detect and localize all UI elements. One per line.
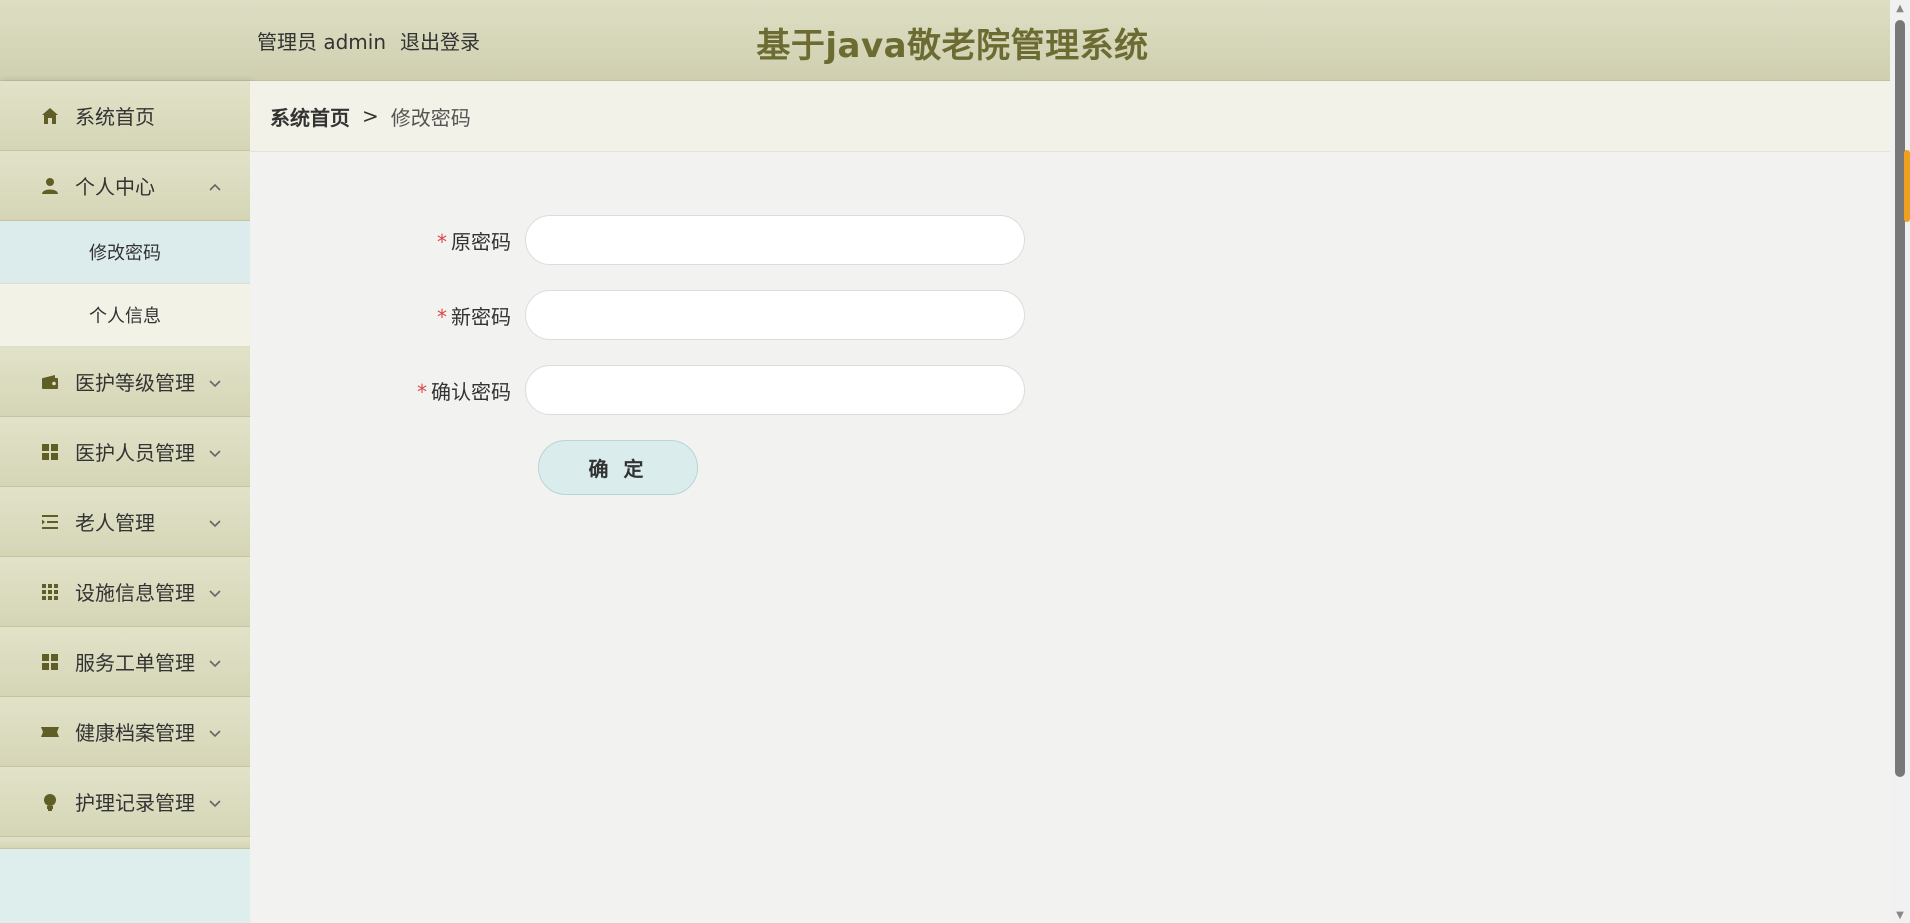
sidebar-item-medical-staff[interactable]: 医护人员管理 bbox=[0, 417, 250, 487]
home-icon bbox=[40, 106, 60, 126]
sidebar-subitem-personal-info[interactable]: 个人信息 bbox=[0, 284, 250, 347]
grid-icon bbox=[40, 442, 60, 462]
sidebar-item-health-records[interactable]: 健康档案管理 bbox=[0, 697, 250, 767]
page-scrollbar[interactable]: ▲ ▼ bbox=[1890, 0, 1910, 923]
sidebar-item-label: 护理记录管理 bbox=[75, 791, 195, 815]
breadcrumb-separator: > bbox=[362, 104, 379, 128]
sidebar: 系统首页 个人中心 修改密码 个人信息 医护等级管理 医护人员管理 老人管理 设… bbox=[0, 81, 250, 923]
bulb-icon bbox=[40, 792, 60, 812]
required-mark: * bbox=[437, 304, 447, 329]
confirm-password-label: * 确认密码 bbox=[417, 379, 511, 404]
chevron-up-icon bbox=[208, 175, 222, 191]
wallet-icon bbox=[40, 372, 60, 392]
submit-button[interactable]: 确 定 bbox=[538, 440, 698, 495]
sidebar-item-label: 医护人员管理 bbox=[75, 441, 195, 465]
sidebar-item-label: 健康档案管理 bbox=[75, 721, 195, 745]
chevron-down-icon bbox=[208, 371, 222, 388]
chevron-down-icon bbox=[208, 441, 222, 458]
sidebar-subitem-change-password[interactable]: 修改密码 bbox=[0, 221, 250, 284]
confirm-password-input[interactable] bbox=[525, 365, 1025, 415]
sidebar-item-care-records[interactable]: 护理记录管理 bbox=[0, 767, 250, 837]
grid-icon bbox=[40, 652, 60, 672]
list-indent-icon bbox=[40, 512, 60, 532]
new-password-input[interactable] bbox=[525, 290, 1025, 340]
breadcrumb: 系统首页 > 修改密码 bbox=[250, 81, 1890, 152]
chevron-down-icon bbox=[208, 721, 222, 738]
scroll-up-arrow-icon[interactable]: ▲ bbox=[1890, 0, 1910, 16]
main-content: * 原密码 * 新密码 * 确认密码 确 定 bbox=[250, 152, 1890, 923]
old-password-input[interactable] bbox=[525, 215, 1025, 265]
breadcrumb-current: 修改密码 bbox=[390, 105, 471, 130]
scroll-down-arrow-icon[interactable]: ▼ bbox=[1890, 907, 1910, 923]
new-password-label: * 新密码 bbox=[437, 304, 511, 329]
sidebar-item-label: 医护等级管理 bbox=[75, 371, 195, 395]
sidebar-item-home[interactable]: 系统首页 bbox=[0, 81, 250, 151]
breadcrumb-home[interactable]: 系统首页 bbox=[270, 102, 350, 131]
sidebar-item-care-level[interactable]: 医护等级管理 bbox=[0, 347, 250, 417]
confirm-password-row: * 确认密码 bbox=[250, 365, 1025, 415]
required-mark: * bbox=[417, 379, 427, 404]
old-password-row: * 原密码 bbox=[250, 215, 1025, 265]
chevron-down-icon bbox=[208, 791, 222, 808]
required-mark: * bbox=[437, 229, 447, 254]
old-password-label: * 原密码 bbox=[437, 229, 511, 254]
sidebar-item-personal-center[interactable]: 个人中心 bbox=[0, 151, 250, 221]
apps-icon bbox=[40, 582, 60, 602]
chevron-down-icon bbox=[208, 511, 222, 528]
sidebar-item-label: 系统首页 bbox=[75, 105, 155, 129]
scrollbar-thumb[interactable] bbox=[1895, 20, 1905, 777]
top-header: 管理员 admin 退出登录 基于java敬老院管理系统 bbox=[0, 0, 1890, 81]
sidebar-item-facilities[interactable]: 设施信息管理 bbox=[0, 557, 250, 627]
scroll-accent-marker bbox=[1904, 150, 1910, 222]
sidebar-divider bbox=[0, 837, 250, 849]
sidebar-item-service-orders[interactable]: 服务工单管理 bbox=[0, 627, 250, 697]
user-icon bbox=[40, 176, 60, 196]
new-password-row: * 新密码 bbox=[250, 290, 1025, 340]
ticket-icon bbox=[40, 722, 60, 742]
chevron-down-icon bbox=[208, 581, 222, 598]
sidebar-item-label: 老人管理 bbox=[75, 511, 155, 535]
app-title: 基于java敬老院管理系统 bbox=[756, 26, 1149, 66]
chevron-down-icon bbox=[208, 651, 222, 668]
sidebar-item-label: 服务工单管理 bbox=[75, 651, 195, 675]
sidebar-item-elderly[interactable]: 老人管理 bbox=[0, 487, 250, 557]
sidebar-item-label: 个人中心 bbox=[75, 175, 155, 199]
sidebar-item-label: 设施信息管理 bbox=[75, 581, 195, 605]
